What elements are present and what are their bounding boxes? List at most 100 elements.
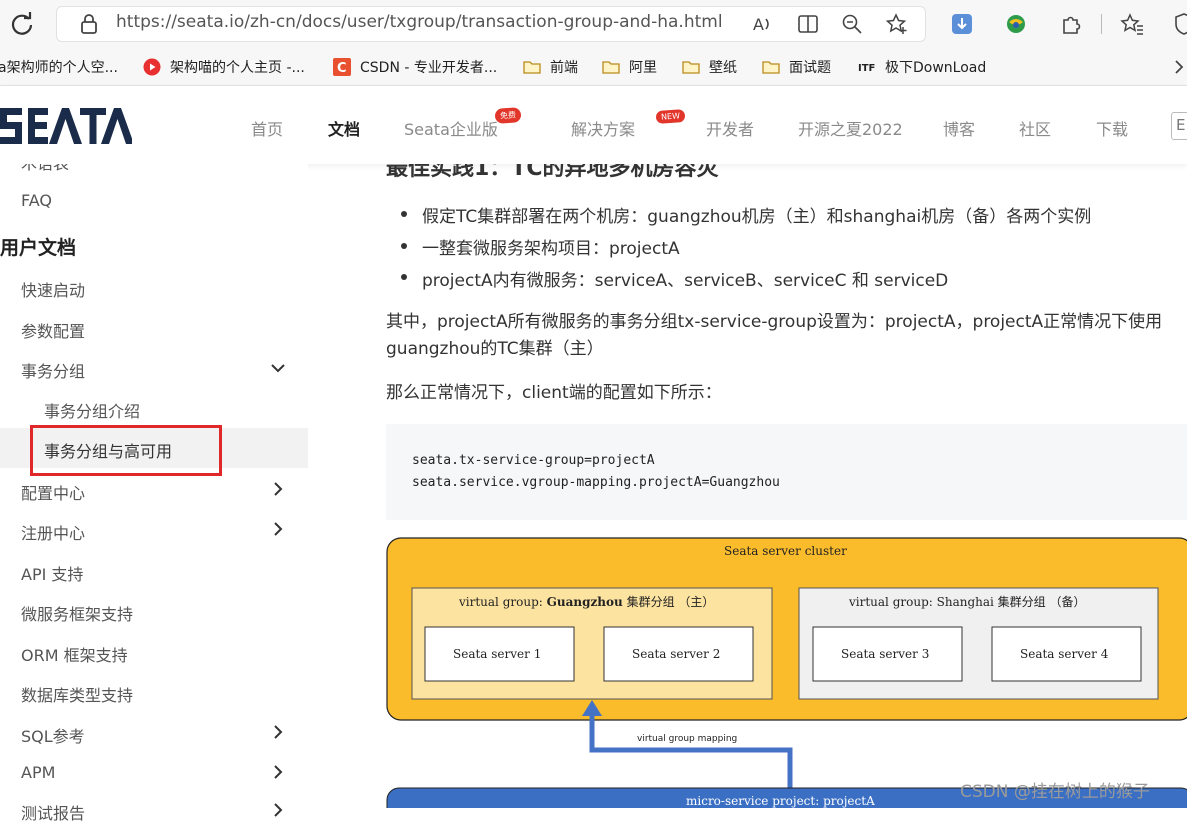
server-label: Seata server 3 — [841, 647, 930, 661]
chevron-right-icon[interactable] — [270, 802, 286, 818]
reader-view-icon[interactable] — [796, 12, 820, 36]
article-paragraph: 其中，projectA所有微服务的事务分组tx-service-group设置为… — [386, 312, 1163, 359]
bullet-item: 一整套微服务架构项目：projectA — [422, 239, 680, 259]
favorites-icon[interactable] — [1120, 12, 1144, 36]
cluster-title: Seata server cluster — [724, 544, 847, 558]
folder-icon — [682, 61, 700, 74]
code-block[interactable] — [386, 424, 1187, 520]
nav-enterprise[interactable]: Seata企业版 — [404, 116, 498, 140]
server-label: Seata server 2 — [632, 647, 721, 661]
bookmark-item[interactable]: 面试题 — [762, 57, 831, 77]
nav-blog[interactable]: 博客 — [943, 116, 975, 140]
bookmark-label: 前端 — [550, 60, 578, 76]
nav-developers[interactable]: 开发者 — [706, 116, 754, 140]
bookmark-item[interactable]: 阿里 — [602, 57, 657, 77]
group-prefix: virtual group: — [849, 595, 937, 609]
seata-logo[interactable] — [0, 100, 132, 150]
bookmark-label: 极下DownLoad — [885, 60, 987, 76]
csdn-icon: C — [333, 58, 351, 76]
nav-summer[interactable]: 开源之夏2022 — [798, 116, 903, 140]
chevron-right-icon[interactable] — [270, 724, 286, 740]
bullet-dot — [401, 243, 407, 249]
project-label: micro-service project: projectA — [686, 794, 875, 808]
globe-extension-icon[interactable] — [1004, 12, 1028, 36]
folder-icon — [523, 61, 541, 74]
code-line: seata.tx-service-group=projectA — [412, 453, 655, 468]
language-switch[interactable]: E — [1171, 112, 1187, 140]
sidebar-item-faq[interactable]: FAQ — [21, 191, 52, 210]
zoom-out-icon[interactable] — [840, 12, 864, 36]
svg-text:ITF: ITF — [858, 63, 875, 74]
chevron-down-icon[interactable] — [270, 360, 286, 376]
extension-icon[interactable] — [950, 12, 974, 36]
add-favorite-icon[interactable] — [885, 12, 909, 36]
bookmark-label: a架构师的个人空... — [0, 60, 118, 76]
chevron-right-icon[interactable] — [270, 764, 286, 780]
nav-home[interactable]: 首页 — [251, 116, 283, 140]
group-name: Shanghai — [936, 595, 994, 609]
sidebar-item-api[interactable]: API 支持 — [21, 561, 83, 585]
chevron-right-icon[interactable] — [270, 521, 286, 537]
csdn-watermark: CSDN @挂在树上的猴子 — [960, 782, 1150, 802]
bookmark-label: CSDN - 专业开发者... — [360, 60, 498, 76]
read-aloud-icon[interactable]: A — [751, 12, 775, 36]
play-icon — [143, 58, 161, 76]
sidebar-item-orm[interactable]: ORM 框架支持 — [21, 642, 128, 666]
code-line: seata.service.vgroup-mapping.projectA=Gu… — [412, 475, 780, 490]
nav-docs[interactable]: 文档 — [328, 116, 360, 140]
nav-community[interactable]: 社区 — [1019, 116, 1051, 140]
bookmark-item[interactable]: 架构喵的个人主页 -... — [143, 57, 305, 77]
sidebar-item-quickstart[interactable]: 快速启动 — [21, 277, 85, 301]
svg-text:C: C — [337, 61, 347, 76]
toolbar-divider — [1101, 14, 1102, 34]
server-label: Seata server 4 — [1020, 647, 1109, 661]
browser-toolbar: https://seata.io/zh-cn/docs/user/txgroup… — [0, 0, 1187, 48]
sidebar-item-registry[interactable]: 注册中心 — [21, 520, 85, 544]
sidebar-item-params[interactable]: 参数配置 — [21, 318, 85, 342]
bookmark-label: 阿里 — [629, 60, 657, 76]
bookmark-item[interactable]: 壁纸 — [682, 57, 737, 77]
lock-icon[interactable] — [78, 13, 100, 35]
group-prefix: virtual group: — [459, 595, 547, 609]
folder-icon — [762, 61, 780, 74]
bullet-item: projectA内有微服务：serviceA、serviceB、serviceC… — [422, 271, 949, 291]
bullet-dot — [401, 274, 407, 280]
bookmarks-bar: a架构师的个人空... 架构喵的个人主页 -... C CSDN - 专业开发者… — [0, 48, 1187, 86]
nav-solutions[interactable]: 解决方案 — [571, 116, 635, 140]
sidebar-item-db-types[interactable]: 数据库类型支持 — [21, 682, 133, 706]
mapping-arrow — [589, 710, 793, 790]
sidebar-item-microservice[interactable]: 微服务框架支持 — [21, 601, 133, 625]
bookmark-item[interactable]: 前端 — [523, 57, 578, 77]
group-suffix: 集群分组 （主） — [622, 595, 715, 609]
url-text[interactable]: https://seata.io/zh-cn/docs/user/txgroup… — [116, 12, 723, 32]
shield-icon[interactable] — [1172, 12, 1187, 36]
free-badge: 免费 — [494, 107, 522, 124]
article-paragraph: 那么正常情况下，client端的配置如下所示： — [386, 383, 722, 403]
group-suffix: 集群分组 （备） — [993, 595, 1086, 609]
bookmark-item[interactable]: a架构师的个人空... — [0, 57, 118, 77]
extensions-puzzle-icon[interactable] — [1059, 12, 1083, 36]
sidebar-item-txgroup[interactable]: 事务分组 — [21, 358, 85, 382]
sidebar-item-test-report[interactable]: 测试报告 — [21, 800, 85, 824]
nav-download[interactable]: 下载 — [1096, 116, 1128, 140]
bullet-item: 假定TC集群部署在两个机房：guangzhou机房（主）和shanghai机房（… — [422, 207, 1092, 227]
sidebar-subitem-txgroup-intro[interactable]: 事务分组介绍 — [44, 398, 140, 422]
sidebar-item-apm[interactable]: APM — [21, 763, 55, 782]
svg-text:A: A — [753, 15, 764, 34]
sidebar-item-config-center[interactable]: 配置中心 — [21, 480, 85, 504]
new-badge: NEW — [655, 109, 686, 124]
download-site-icon: ITF — [858, 63, 875, 74]
group-name: Guangzhou — [546, 595, 623, 609]
more-bookmarks-icon[interactable] — [1172, 58, 1186, 76]
bookmark-item[interactable]: C CSDN - 专业开发者... — [333, 57, 497, 77]
chevron-right-icon[interactable] — [270, 481, 286, 497]
bullet-dot — [401, 211, 407, 217]
red-highlight-box — [30, 425, 222, 476]
mapping-label: virtual group mapping — [637, 734, 738, 744]
bookmark-label: 面试题 — [789, 60, 831, 76]
server-label: Seata server 1 — [453, 647, 542, 661]
sidebar-item-sql[interactable]: SQL参考 — [21, 723, 85, 747]
standby-group-label: virtual group: Shanghai 集群分组 （备） — [849, 593, 1086, 610]
bookmark-item[interactable]: ITF 极下DownLoad — [858, 57, 986, 77]
reload-icon[interactable] — [8, 10, 36, 38]
